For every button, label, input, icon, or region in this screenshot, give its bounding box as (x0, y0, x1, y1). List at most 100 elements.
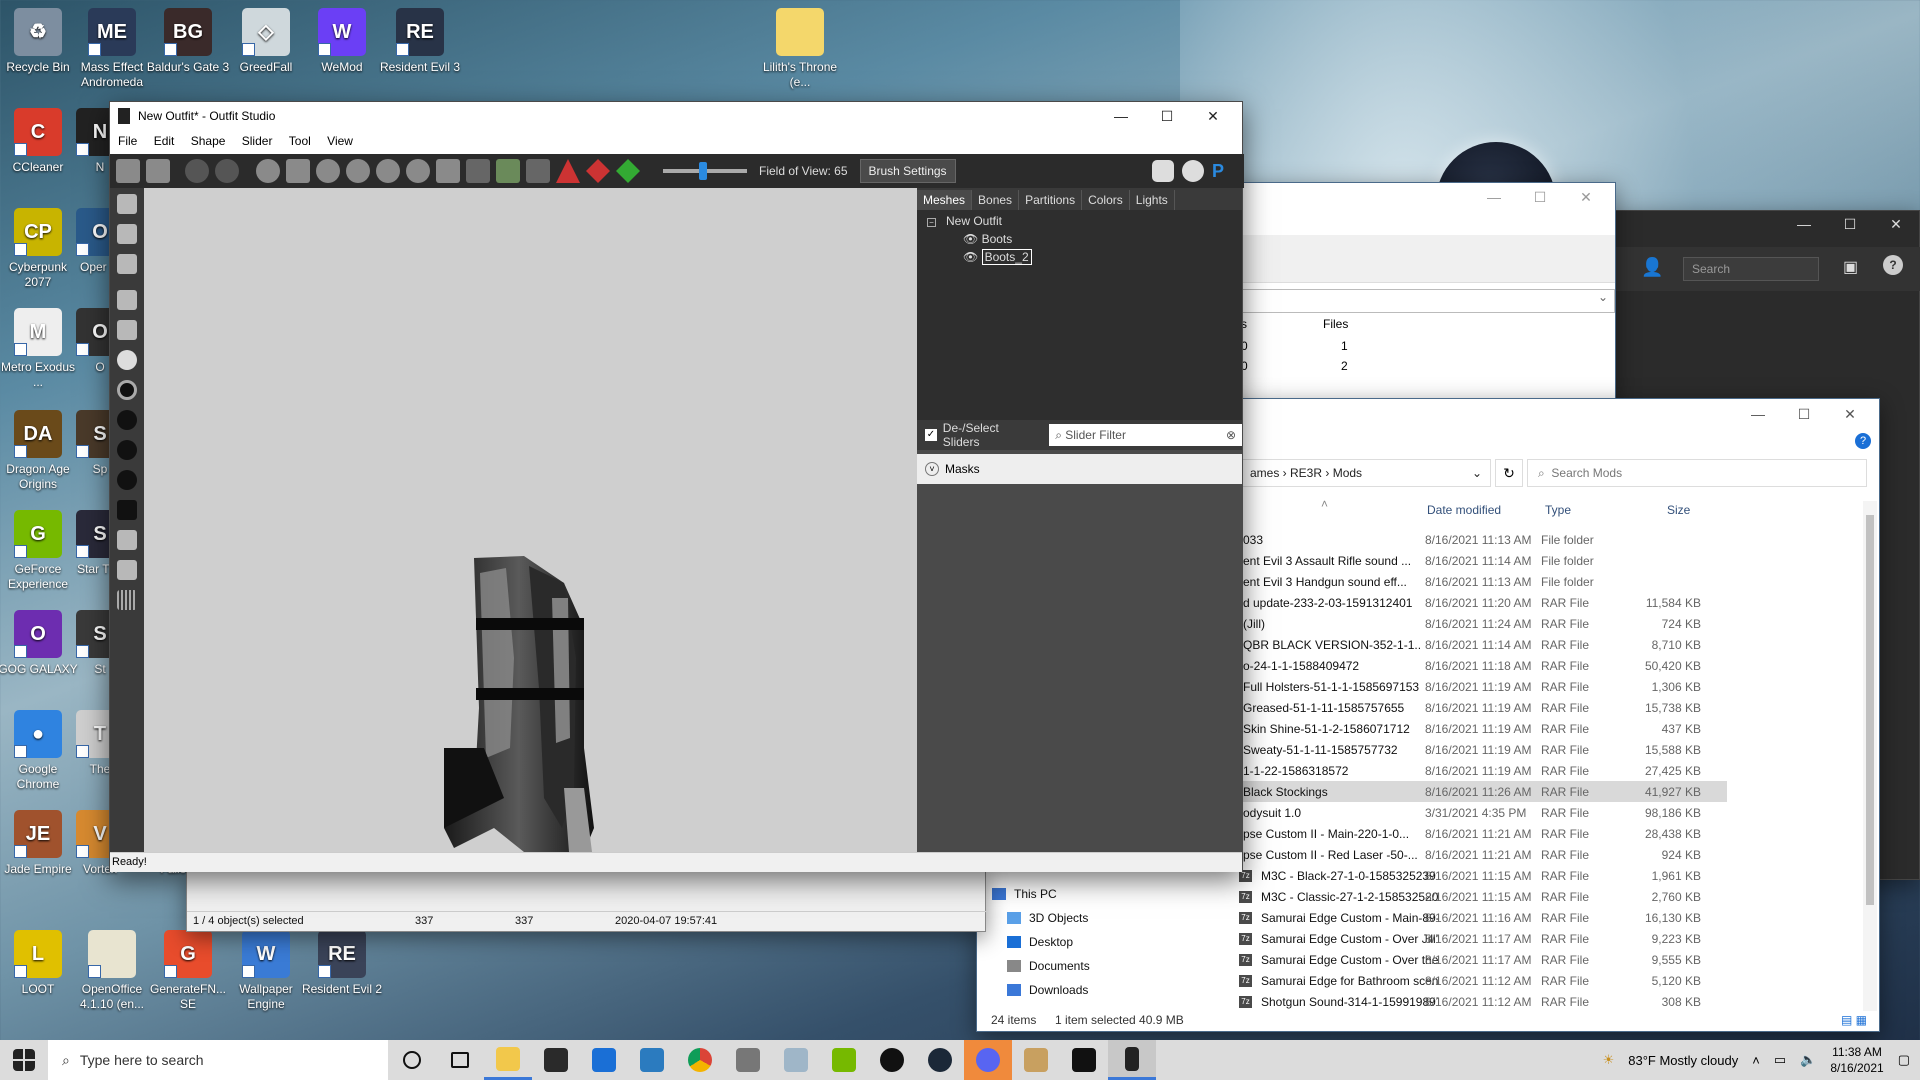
desktop-icon[interactable]: BG Baldur's Gate 3 (146, 8, 230, 75)
scrollbar[interactable] (1863, 501, 1877, 1011)
fov-slider[interactable] (663, 162, 747, 180)
file-row[interactable]: Black Stockings 8/16/2021 11:26 AM RAR Fil… (1239, 781, 1727, 802)
maximize-icon[interactable]: ☐ (1144, 108, 1190, 125)
view-toggle-icon[interactable]: ▤ ▦ (1841, 1013, 1867, 1027)
desktop-icon[interactable]: ♻ Recycle Bin (0, 8, 80, 75)
file-row[interactable]: Full Holsters-51-1-1-1585697153 8/16/2021… (1239, 676, 1727, 697)
close-icon[interactable]: ✕ (1873, 216, 1919, 233)
nvidia-icon[interactable] (820, 1040, 868, 1080)
windows-start-icon[interactable] (0, 1040, 48, 1080)
node-icon[interactable] (117, 320, 137, 340)
minimize-icon[interactable]: — (1098, 108, 1144, 124)
collapse-icon[interactable]: − (927, 218, 936, 227)
file-row[interactable]: QBR BLACK VERSION-352-1-1... 8/16/2021 11… (1239, 634, 1727, 655)
weight-paint-icon[interactable] (556, 159, 580, 183)
help-icon[interactable]: ? (1883, 255, 1903, 275)
3d-viewport[interactable] (144, 188, 917, 852)
close-icon[interactable]: ✕ (1563, 189, 1609, 206)
select-tool-icon[interactable] (116, 159, 140, 183)
file-row[interactable]: 7z M3C - Black-27-1-0-1585325239 8/16/2021… (1239, 865, 1727, 886)
redo-icon[interactable] (215, 159, 239, 183)
discord-taskbar-icon[interactable] (964, 1040, 1012, 1080)
desktop-icon[interactable]: L LOOT (0, 930, 80, 997)
color-brush-icon[interactable] (496, 159, 520, 183)
xbox-icon[interactable] (868, 1040, 916, 1080)
file-row[interactable]: 7z M3C - Classic-27-1-2-1585325200 8/16/20… (1239, 886, 1727, 907)
ruler-icon[interactable] (117, 194, 137, 214)
bone-icon[interactable] (117, 530, 137, 550)
notifications-icon[interactable]: ▢ (1898, 1052, 1910, 1068)
vortex-search-box[interactable]: Search (1683, 257, 1819, 281)
undo-icon[interactable] (185, 159, 209, 183)
behind-window[interactable]: 1 / 4 object(s) selected 337 337 2020-04… (186, 870, 987, 932)
weather-icon[interactable]: ☀ (1603, 1052, 1615, 1068)
desktop-icon[interactable]: G GenerateFN... SE (146, 930, 230, 1012)
file-row[interactable]: 7z Samurai Edge for Bathroom scene-309-V.… (1239, 970, 1727, 991)
nav-item[interactable]: Downloads (1007, 979, 1088, 1001)
maximize-icon[interactable]: ☐ (1827, 216, 1873, 233)
outfit-studio-taskbar-icon[interactable] (1108, 1040, 1156, 1080)
desktop-icon[interactable]: W WeMod (300, 8, 384, 75)
file-row[interactable]: pse Custom II - Red Laser -50-... 8/16/20… (1239, 844, 1727, 865)
tab-colors[interactable]: Colors (1082, 190, 1130, 210)
nav-item[interactable]: Documents (1007, 955, 1090, 977)
desktop-icon[interactable]: ◇ GreedFall (224, 8, 308, 75)
breadcrumb-item[interactable]: RE3R (1290, 466, 1322, 480)
store-icon[interactable] (532, 1040, 580, 1080)
tree-root[interactable]: − New Outfit (927, 214, 1032, 228)
file-row[interactable]: Skin Shine-51-1-2-1586071712 8/16/2021 11… (1239, 718, 1727, 739)
split-icon[interactable] (117, 290, 137, 310)
nav-item[interactable]: This PC (992, 883, 1057, 905)
file-row[interactable]: odysuit 1.0 3/31/2021 4:35 PM RAR File 98,1… (1239, 802, 1727, 823)
scrollbar-thumb[interactable] (1866, 515, 1874, 905)
move-brush-icon[interactable] (376, 159, 400, 183)
minimize-icon[interactable]: — (1471, 189, 1517, 205)
file-row[interactable]: o-24-1-1-1588409472 8/16/2021 11:18 AM RAR… (1239, 655, 1727, 676)
file-row[interactable]: 033 8/16/2021 11:13 AM File folder (1239, 529, 1727, 550)
refresh-button[interactable]: ↻ (1495, 459, 1523, 487)
file-row[interactable]: ent Evil 3 Assault Rifle sound ... 8/16/2… (1239, 550, 1727, 571)
menu-edit[interactable]: Edit (154, 134, 175, 148)
app-icon[interactable] (628, 1040, 676, 1080)
smooth-brush-icon[interactable] (406, 159, 430, 183)
inflate-brush-icon[interactable] (316, 159, 340, 183)
navigation-pane[interactable]: This PC 3D Objects Desktop Documents Downloa… (977, 883, 1137, 1003)
weight-erase-icon[interactable] (586, 159, 610, 183)
file-row[interactable]: 7z Samurai Edge Custom - Main-89-3-0-158.… (1239, 907, 1727, 928)
steam-icon[interactable] (916, 1040, 964, 1080)
file-row[interactable]: (Jill) 8/16/2021 11:24 AM RAR File 724 KB (1239, 613, 1727, 634)
chevron-up-icon[interactable]: ˄ (1752, 1053, 1760, 1068)
network-icon[interactable]: ▭ (1774, 1052, 1786, 1068)
tab-partitions[interactable]: Partitions (1019, 190, 1083, 210)
desktop-icon[interactable]: RE Resident Evil 2 (300, 930, 384, 997)
bone-2-icon[interactable] (117, 560, 137, 580)
paypal-icon[interactable]: P (1212, 160, 1234, 182)
file-row[interactable]: d update-233-2-03-1591312401 8/16/2021 11… (1239, 592, 1727, 613)
mail-icon[interactable] (580, 1040, 628, 1080)
column-type[interactable]: Type (1545, 503, 1571, 517)
help-icon[interactable]: ? (1855, 433, 1871, 449)
brush-settings-button[interactable]: Brush Settings (859, 159, 956, 183)
desktop-icon[interactable]: W Wallpaper Engine (224, 930, 308, 1012)
minimize-icon[interactable]: — (1781, 216, 1827, 232)
brush-size-1-icon[interactable] (117, 380, 137, 400)
weight-add-icon[interactable] (616, 159, 640, 183)
file-row[interactable]: Greased-51-1-11-1585757655 8/16/2021 11:1… (1239, 697, 1727, 718)
chevron-down-icon[interactable]: ⌄ (1472, 466, 1482, 480)
clock[interactable]: 11:38 AM 8/16/2021 (1830, 1044, 1883, 1076)
tab-meshes[interactable]: Meshes (917, 190, 973, 210)
column-size[interactable]: Size (1667, 503, 1690, 517)
masks-row[interactable]: ˅ Masks (917, 454, 1242, 484)
file-list[interactable]: 033 8/16/2021 11:13 AM File folder ent Evil… (1239, 529, 1727, 1019)
desktop-icon[interactable]: ME Mass Effect Andromeda (70, 8, 154, 90)
search-mods-input[interactable]: ⌕ Search Mods (1527, 459, 1867, 487)
7zip-icon[interactable] (1060, 1040, 1108, 1080)
fov-slider-thumb[interactable] (699, 162, 707, 180)
background-dialog-window[interactable]: — ☐ ✕ ⌄ s Files 0 1 0 2 (1180, 182, 1616, 402)
minimize-icon[interactable]: — (1735, 406, 1781, 422)
file-explorer-taskbar-icon[interactable] (484, 1040, 532, 1080)
desktop-icon[interactable]: Lilith's Throne (e... (758, 8, 842, 90)
pin-icon[interactable] (117, 224, 137, 244)
tab-bones[interactable]: Bones (972, 190, 1020, 210)
weather-text[interactable]: 83°F Mostly cloudy (1628, 1053, 1738, 1068)
